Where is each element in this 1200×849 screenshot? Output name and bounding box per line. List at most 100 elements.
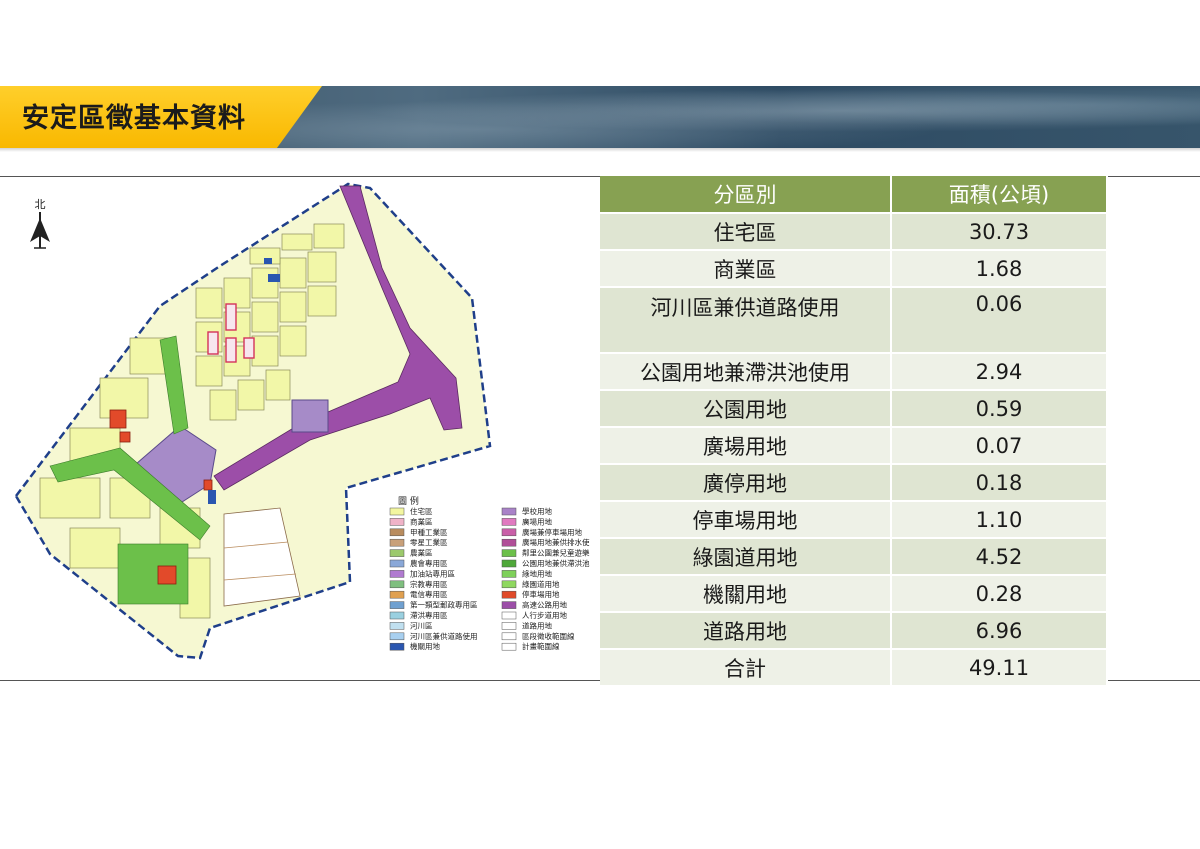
zone-cell: 機關用地 [600,574,892,612]
area-cell: 0.18 [891,463,1108,501]
zone-cell: 公園用地 [600,389,892,427]
legend-swatch [389,549,405,557]
legend-swatch [501,642,517,651]
legend-swatch [501,570,517,578]
zone-cell: 公園用地兼滯洪池使用 [600,352,892,390]
zoning-map: 北 圖 例 住宅區商業區甲種工業區零星工業區農業區農會專用區加油站專用區宗教專用… [14,182,590,660]
legend-label: 學校用地 [522,506,552,516]
zoning-area-table: 分區別 面積(公頃) 住宅區 30.73 商業區 1.68 河川區兼供道路使用 0.0… [600,176,1108,685]
legend-title: 圖 例 [398,495,419,507]
zone-cell: 綠園道用地 [600,537,892,575]
legend-label: 機關用地 [410,641,440,651]
header-banner: 安定區徵基本資料 [0,86,1200,152]
table-row: 道路用地 6.96 [600,611,1108,649]
legend-label: 計畫範圍線 [522,641,560,651]
top-rule-right [1108,176,1200,177]
legend-label: 河川區兼供道路使用 [410,631,478,641]
legend-swatch [501,549,517,557]
table-row: 公園用地兼滯洪池使用 2.94 [600,352,1108,390]
legend-swatch [501,538,517,547]
zone-cell: 商業區 [600,249,892,287]
col-zone-header: 分區別 [600,176,892,213]
legend-swatch [501,528,517,537]
legend-swatch [389,559,405,568]
legend-swatch [389,518,405,526]
legend-swatch [501,507,517,516]
legend-swatch [389,580,405,589]
legend-label: 宗教專用區 [410,579,448,589]
north-arrow-icon: 北 [30,198,50,249]
legend-label: 廣場兼停車場用地 [522,527,582,537]
school-north [291,399,329,433]
table-row: 河川區兼供道路使用 0.06 [600,286,1108,353]
legend-swatch [501,611,517,620]
legend-label: 滯洪專用區 [410,610,448,620]
area-cell: 49.11 [891,648,1108,685]
legend-label: 農會專用區 [410,558,448,568]
legend-swatch [501,632,517,641]
legend-label: 河川區 [410,621,433,630]
legend-label: 農業區 [410,548,433,558]
north-label: 北 [35,198,46,211]
table-total-row: 合計 49.11 [600,648,1108,685]
page-title: 安定區徵基本資料 [22,103,246,134]
area-cell: 0.28 [891,574,1108,612]
area-cell: 1.10 [891,500,1108,538]
legend-label: 停車場用地 [522,589,560,599]
legend-label: 公園用地兼供滯洪池 [522,558,590,568]
table-row: 商業區 1.68 [600,249,1108,287]
area-cell: 30.73 [891,212,1108,250]
area-cell: 2.94 [891,352,1108,390]
table-row: 廣場用地 0.07 [600,426,1108,464]
legend-swatch [501,622,517,630]
legend-label: 廣場用地 [522,516,552,526]
zone-cell: 河川區兼供道路使用 [600,286,892,353]
legend-label: 加油站專用區 [410,568,455,578]
table-row: 綠園道用地 4.52 [600,537,1108,575]
legend-swatch [501,518,517,526]
area-cell: 1.68 [891,249,1108,287]
legend-swatch [389,538,405,547]
area-cell: 6.96 [891,611,1108,649]
table-row: 廣停用地 0.18 [600,463,1108,501]
legend-label: 甲種工業區 [410,527,448,537]
zone-cell: 廣停用地 [600,463,892,501]
legend-label: 高速公路用地 [522,600,567,610]
legend-label: 零星工業區 [410,537,448,547]
legend-label: 鄰里公園兼兒童遊樂 [522,548,590,558]
legend-swatch [389,601,405,609]
zone-cell: 廣場用地 [600,426,892,464]
legend-label: 第一類型郵政專用區 [410,600,478,610]
table-row: 停車場用地 1.10 [600,500,1108,538]
legend-swatch [389,611,405,620]
legend-swatch [501,559,517,568]
legend-label: 綠地用地 [522,568,552,578]
area-cell: 0.07 [891,426,1108,464]
legend-label: 商業區 [410,516,433,526]
legend-label: 綠園道用地 [522,579,560,589]
legend-swatch [389,590,405,599]
table-header-row: 分區別 面積(公頃) [600,176,1108,213]
legend-label: 電信專用區 [410,589,448,599]
zone-cell: 道路用地 [600,611,892,649]
area-cell: 0.06 [891,286,1108,353]
legend-swatch [389,632,405,641]
legend-swatch [389,570,405,578]
area-cell: 0.59 [891,389,1108,427]
legend-swatch [389,507,405,516]
legend-label: 道路用地 [522,620,552,630]
zone-cell: 停車場用地 [600,500,892,538]
zone-cell: 住宅區 [600,212,892,250]
legend-label: 人行步道用地 [522,610,567,620]
legend-swatch [501,580,517,589]
legend-swatch [389,622,405,630]
area-cell: 4.52 [891,537,1108,575]
zone-cell: 合計 [600,648,892,685]
table-row: 公園用地 0.59 [600,389,1108,427]
legend-label: 廣場用地兼供排水使 [522,537,590,547]
legend-swatch [389,528,405,537]
table-row: 機關用地 0.28 [600,574,1108,612]
legend-label: 區段徵收範圍線 [522,631,575,641]
legend-swatch [501,590,517,599]
legend-label: 住宅區 [410,506,433,516]
